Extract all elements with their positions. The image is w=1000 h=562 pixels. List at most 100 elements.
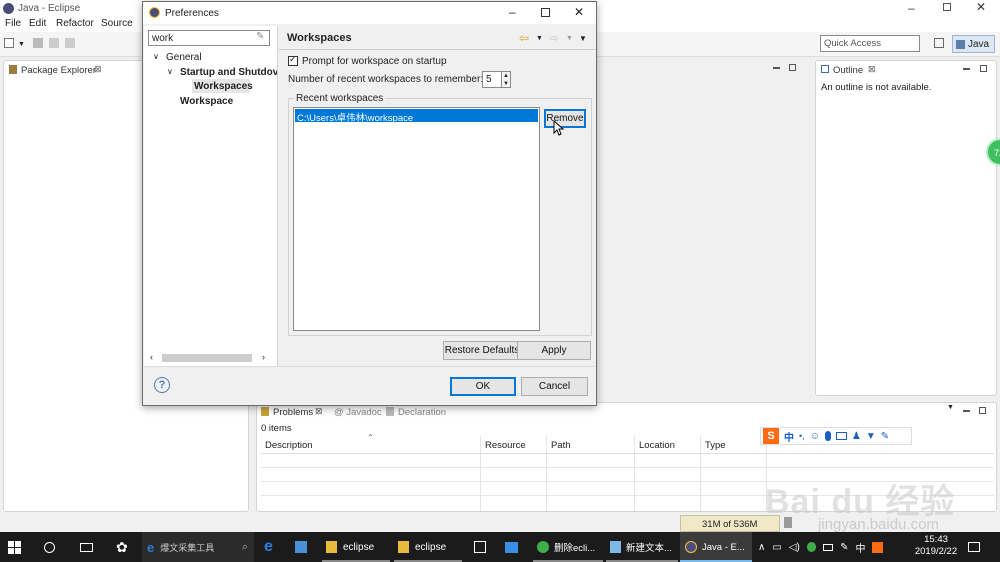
keyboard-icon[interactable]	[835, 432, 847, 440]
prompt-checkbox[interactable]: ✓	[288, 54, 298, 66]
page-menu-icon[interactable]: ▼	[579, 34, 587, 43]
pinned-app[interactable]	[295, 532, 313, 562]
ok-button[interactable]: OK	[450, 377, 516, 396]
tree-item-startup[interactable]: Startup and Shutdov	[180, 67, 277, 78]
taskbar-item-browser[interactable]: 删除ecli...	[533, 532, 603, 562]
menu-edit[interactable]: Edit	[29, 18, 46, 29]
emoji-icon[interactable]: ☺	[810, 431, 820, 442]
back-arrow-icon[interactable]: ⇦	[519, 31, 529, 45]
network-icon[interactable]: ▭	[772, 542, 781, 553]
help-icon[interactable]: ?	[154, 377, 170, 393]
battery-icon[interactable]	[823, 543, 834, 551]
spinner-arrows-icon[interactable]: ▲ ▼	[501, 71, 511, 88]
list-item-workspace[interactable]: C:\Users\卓伟林\workspace	[295, 109, 538, 124]
skin-icon[interactable]: ▼	[866, 431, 876, 442]
close-tab-icon[interactable]: ⊠	[94, 64, 102, 75]
punctuation-icon[interactable]: •,	[799, 431, 805, 441]
maximize-icon[interactable]	[979, 407, 986, 414]
java-perspective-button[interactable]: Java	[952, 35, 995, 53]
view-menu-icon[interactable]: ▼	[947, 404, 954, 411]
quick-access-input[interactable]: Quick Access	[820, 35, 920, 52]
save-icon[interactable]	[33, 38, 43, 48]
expand-general-icon[interactable]: ∨	[153, 52, 159, 61]
workspace-list[interactable]: C:\Users\卓伟林\workspace	[293, 107, 540, 331]
maximize-icon[interactable]	[980, 65, 987, 72]
column-type[interactable]: Type	[705, 440, 726, 451]
minimize-icon[interactable]	[773, 67, 780, 69]
save-all-icon[interactable]	[49, 38, 59, 48]
edge-button[interactable]: e	[264, 532, 282, 562]
declaration-tab[interactable]: Declaration	[398, 407, 446, 418]
sogou-logo-icon[interactable]: S	[763, 428, 779, 444]
tray-ime[interactable]: 中	[855, 540, 865, 555]
column-resource[interactable]: Resource	[485, 440, 526, 451]
restore-window-icon[interactable]	[943, 3, 951, 11]
expand-startup-icon[interactable]: ∨	[167, 67, 173, 76]
start-button[interactable]	[8, 532, 30, 562]
maximize-dialog-icon[interactable]	[541, 8, 550, 17]
minimize-window-icon[interactable]: –	[908, 1, 915, 15]
pinned-app[interactable]: ✿	[116, 532, 134, 562]
package-explorer-tab[interactable]: Package Explorer	[21, 65, 96, 76]
tree-item-workspaces[interactable]: Workspaces	[194, 81, 253, 92]
forward-dropdown-icon[interactable]: ▼	[566, 35, 573, 42]
problems-tab[interactable]: Problems	[273, 407, 313, 418]
taskbar-item-java-eclipse[interactable]: Java - E...	[680, 532, 752, 562]
new-file-icon[interactable]	[4, 38, 14, 48]
clear-filter-icon[interactable]: ✎	[256, 31, 264, 42]
store-button[interactable]	[474, 532, 492, 562]
scroll-right-icon[interactable]: ›	[262, 352, 265, 362]
scrollbar-thumb[interactable]	[162, 354, 252, 362]
close-dialog-icon[interactable]: ✕	[574, 5, 584, 19]
settings-wrench-icon[interactable]: ✎	[881, 431, 889, 442]
minimize-dialog-icon[interactable]: –	[509, 5, 516, 19]
minimize-icon[interactable]	[963, 68, 970, 70]
microphone-icon[interactable]	[824, 431, 831, 441]
minimize-icon[interactable]	[963, 410, 970, 412]
cancel-button[interactable]: Cancel	[521, 377, 588, 396]
cortana-button[interactable]	[44, 532, 62, 562]
back-dropdown-icon[interactable]: ▼	[536, 35, 543, 42]
tree-item-general[interactable]: General	[166, 52, 202, 63]
tree-horizontal-scrollbar[interactable]: ‹ ›	[148, 352, 273, 364]
menu-source[interactable]: Source	[101, 18, 133, 29]
action-center-button[interactable]	[968, 532, 986, 562]
ime-mode[interactable]: 中	[784, 429, 794, 444]
print-icon[interactable]	[65, 38, 75, 48]
filter-input[interactable]: work	[148, 30, 270, 46]
close-tab-icon[interactable]: ⊠	[315, 406, 323, 417]
user-icon[interactable]: ♟	[852, 431, 861, 442]
recent-count-spinner[interactable]: 5	[482, 71, 502, 88]
volume-icon[interactable]: ◁)	[789, 542, 800, 553]
taskbar-item-eclipse-folder-2[interactable]: eclipse	[394, 532, 462, 562]
forward-arrow-icon[interactable]: ⇨	[549, 31, 559, 45]
outline-tab[interactable]: Outline	[833, 65, 863, 76]
apply-button[interactable]: Apply	[517, 341, 591, 360]
column-path[interactable]: Path	[551, 440, 571, 451]
menu-refactor[interactable]: Refactor	[56, 18, 94, 29]
close-tab-icon[interactable]: ⊠	[868, 64, 876, 75]
dropdown-arrow-icon[interactable]: ▼	[18, 41, 25, 48]
tray-expand-icon[interactable]: ∧	[758, 542, 765, 553]
task-view-button[interactable]	[80, 532, 98, 562]
column-description[interactable]: Description	[265, 440, 313, 451]
pinned-app[interactable]	[505, 532, 523, 562]
tray-app-icon[interactable]	[806, 542, 817, 552]
column-location[interactable]: Location	[639, 440, 675, 451]
taskbar-search[interactable]: e 爆文采集工具 ⌕	[142, 532, 254, 562]
taskbar-item-eclipse-folder[interactable]: eclipse	[322, 532, 390, 562]
scroll-left-icon[interactable]: ‹	[150, 352, 153, 362]
maximize-icon[interactable]	[789, 64, 796, 71]
tree-item-workspace[interactable]: Workspace	[180, 96, 233, 107]
close-window-icon[interactable]: ✕	[976, 0, 986, 14]
open-perspective-icon[interactable]	[934, 38, 944, 48]
prompt-checkbox-label[interactable]: Prompt for workspace on startup	[302, 56, 447, 67]
sogou-tray-icon[interactable]	[872, 541, 883, 553]
restore-defaults-button[interactable]: Restore Defaults	[443, 341, 521, 360]
menu-file[interactable]: File	[5, 18, 21, 29]
remove-button[interactable]: Remove	[544, 109, 586, 128]
clock[interactable]: 15:43 2019/2/22	[912, 534, 960, 560]
pen-icon[interactable]: ✎	[840, 542, 848, 553]
javadoc-tab[interactable]: @ Javadoc	[334, 407, 382, 418]
taskbar-item-notepad[interactable]: 新建文本...	[606, 532, 678, 562]
